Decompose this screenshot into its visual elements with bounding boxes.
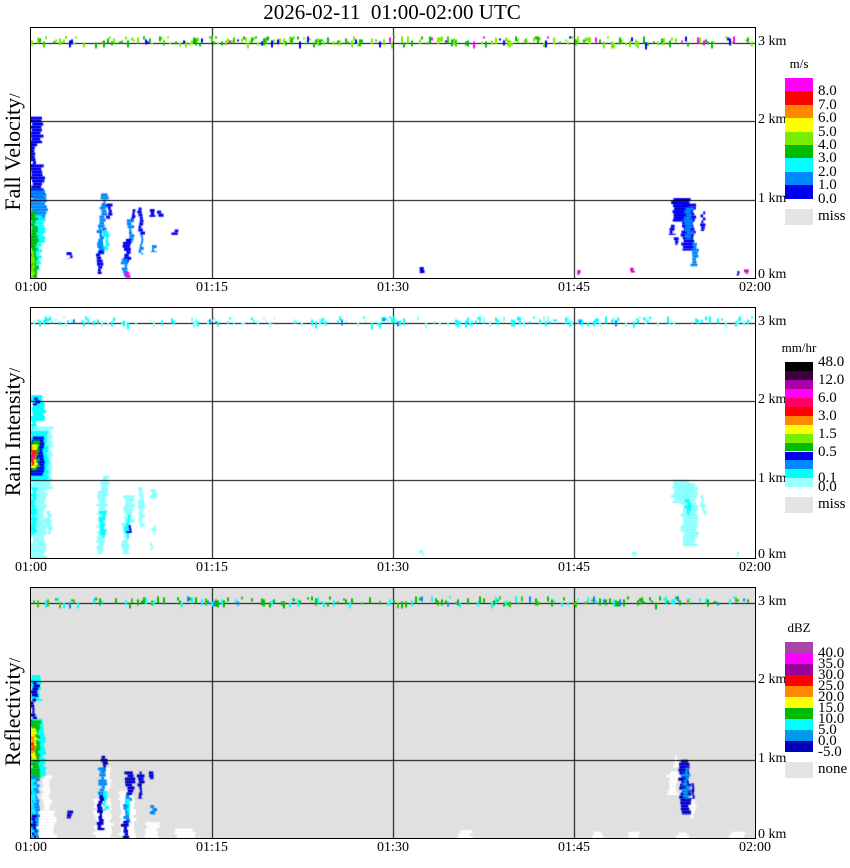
fall-velocity-heatmap: [30, 27, 756, 279]
colorbar-segment: [785, 370, 813, 380]
height-tick-label: 3 km: [758, 34, 787, 49]
colorbar-segment: [785, 686, 813, 697]
x-tick-label: 01:00: [15, 560, 47, 575]
colorbar-segment: [785, 460, 813, 470]
height-tick-label: 1 km: [758, 190, 787, 206]
colorbar-segment: [785, 675, 813, 686]
colorbar-segment: [785, 697, 813, 708]
height-tick-label: 1 km: [758, 750, 787, 766]
colorbar-segment: [785, 664, 813, 675]
height-tick-label: 0 km: [758, 547, 787, 562]
colorbar-value-label: 3.0: [818, 407, 837, 424]
colorbar-missing-label: none: [818, 761, 848, 777]
height-tick-label: 3 km: [758, 314, 787, 329]
colorbar-segment: [785, 451, 813, 461]
colorbar-segment: [785, 469, 813, 479]
height-tick-label: 2 km: [758, 672, 787, 688]
colorbar-segment: [785, 642, 813, 653]
colorbar-segment: [785, 158, 813, 172]
rain-intensity-heatmap: [30, 307, 756, 559]
colorbar-segment: [785, 708, 813, 719]
height-tick-label: 3 km: [758, 594, 787, 609]
colorbar-missing-swatch: [785, 208, 813, 225]
colorbar-segment: [785, 145, 813, 159]
mrr-quicklook-chart: 2026-02-11 01:00-02:00 UTC Fall Velocity…: [0, 0, 850, 868]
colorbar-segment: [785, 442, 813, 452]
x-tick-label: 01:00: [15, 840, 47, 855]
colorbar-segment: [785, 478, 813, 488]
x-tick-label: 01:30: [377, 560, 409, 575]
colorbar-segment: [785, 185, 813, 199]
colorbar-segment: [785, 741, 813, 752]
colorbar-segment: [785, 653, 813, 664]
colorbar-missing-swatch: [785, 497, 813, 514]
colorbar-segment: [785, 362, 813, 371]
colorbar-value-label: 12.0: [818, 371, 845, 388]
y-axis-title-reflectivity: Reflectivity: [0, 587, 25, 837]
x-tick-label: 01:15: [196, 280, 228, 295]
colorbar-value-label: 1.5: [818, 425, 837, 442]
colorbar-value-label: 6.0: [818, 389, 837, 406]
y-axis-title-rain-intensity: Rain Intensity: [0, 307, 25, 557]
colorbar-segment: [785, 388, 813, 398]
colorbar-unit-label: mm/hr: [781, 340, 817, 355]
colorbar-segment: [785, 397, 813, 407]
colorbar-segment: [785, 415, 813, 425]
colorbar-value-label: -5.0: [818, 744, 842, 760]
colorbar-segment: [785, 424, 813, 434]
x-tick-label: 01:30: [377, 840, 409, 855]
colorbar-segment: [785, 131, 813, 145]
colorbar-segment: [785, 730, 813, 741]
colorbar-value-label: 0.0: [818, 479, 837, 496]
x-tick-label: 01:15: [196, 560, 228, 575]
y-axis-title-fall-velocity: Fall Velocity: [0, 27, 25, 277]
x-tick-label: 01:15: [196, 840, 228, 855]
colorbar-segment: [785, 379, 813, 389]
x-tick-label: 01:45: [558, 840, 590, 855]
colorbar-missing-swatch: [785, 762, 813, 778]
colorbar-segment: [785, 118, 813, 132]
x-tick-label: 01:45: [558, 560, 590, 575]
chart-title: 2026-02-11 01:00-02:00 UTC: [263, 0, 521, 24]
colorbar-unit-label: dBZ: [787, 620, 811, 635]
colorbar-segment: [785, 78, 813, 92]
height-tick-label: 2 km: [758, 392, 787, 408]
height-tick-label: 1 km: [758, 470, 787, 486]
colorbar-value-label: 0.0: [818, 190, 837, 207]
colorbar-segment: [785, 171, 813, 186]
height-tick-label: 2 km: [758, 112, 787, 128]
height-tick-label: 0 km: [758, 827, 787, 842]
colorbar-missing-label: miss: [818, 207, 846, 224]
colorbar-segment: [785, 104, 813, 119]
colorbar-unit-label: m/s: [789, 56, 809, 71]
colorbar-segment: [785, 719, 813, 730]
x-tick-label: 01:30: [377, 280, 409, 295]
x-tick-label: 01:45: [558, 280, 590, 295]
reflectivity-heatmap: [30, 587, 756, 839]
colorbar-missing-label: miss: [818, 496, 846, 513]
colorbar-value-label: 0.5: [818, 443, 837, 460]
height-tick-label: 0 km: [758, 267, 787, 282]
colorbar-segment: [785, 406, 813, 416]
colorbar-segment: [785, 91, 813, 105]
colorbar-value-label: 48.0: [818, 354, 845, 370]
x-tick-label: 01:00: [15, 280, 47, 295]
colorbar-segment: [785, 433, 813, 443]
